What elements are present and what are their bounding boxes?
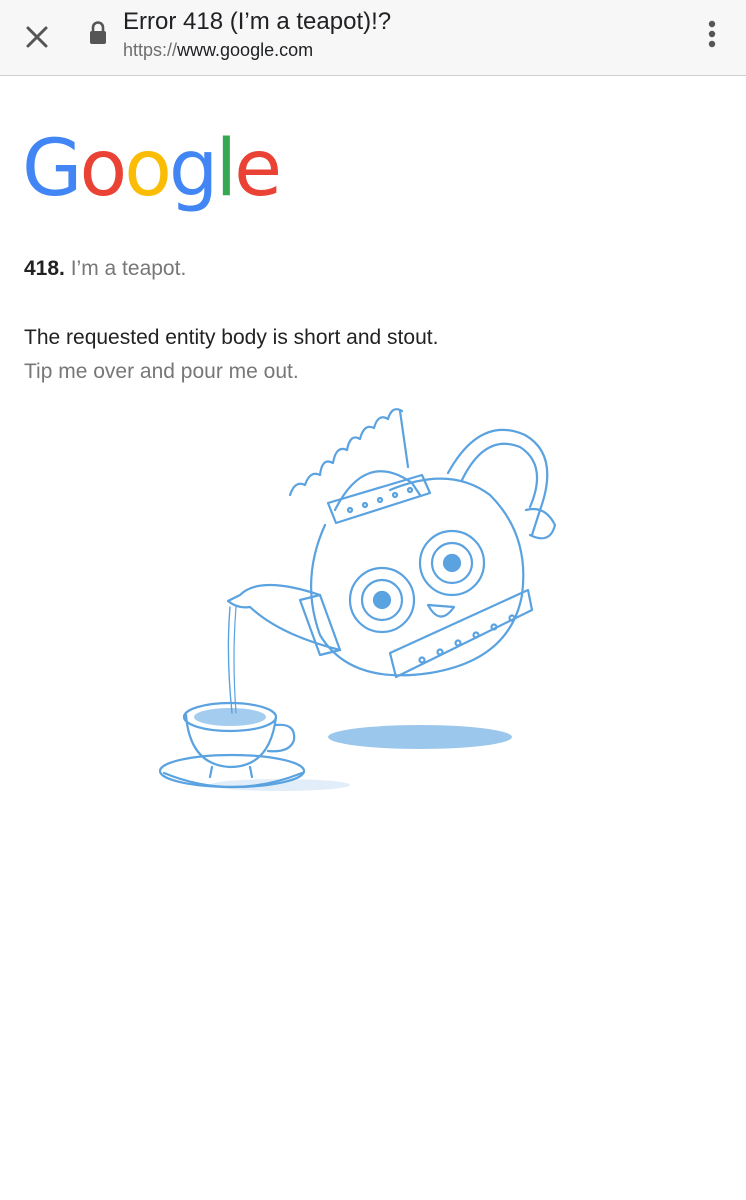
url-text[interactable]: https://www.google.com [123, 40, 313, 61]
error-phrase: I’m a teapot. [70, 257, 187, 280]
logo-letter-l: l [215, 124, 237, 214]
error-heading: 418. I’m a teapot. [24, 257, 186, 281]
logo-letter-g: G [22, 124, 82, 214]
error-message-line1: The requested entity body is short and s… [24, 326, 439, 349]
more-vert-icon [708, 20, 716, 48]
logo-letter-e: e [234, 124, 282, 214]
overflow-menu-button[interactable] [692, 14, 732, 54]
logo-letter-o2: o [124, 124, 172, 214]
teapot-illustration [158, 408, 557, 791]
logo-letter-o1: o [79, 124, 127, 214]
url-scheme: https:// [123, 40, 178, 60]
url-host: www.google.com [177, 40, 314, 60]
error-code: 418. [24, 257, 65, 280]
lock-icon [90, 21, 106, 44]
google-logo[interactable]: Google [22, 124, 282, 214]
logo-letter-g2: g [168, 124, 218, 214]
close-button[interactable] [14, 14, 60, 60]
error-message-line2: Tip me over and pour me out. [24, 360, 299, 383]
browser-toolbar: Error 418 (I’m a teapot)!? https://www.g… [0, 0, 746, 76]
close-icon [26, 26, 48, 48]
page-title: Error 418 (I’m a teapot)!? [123, 8, 392, 35]
